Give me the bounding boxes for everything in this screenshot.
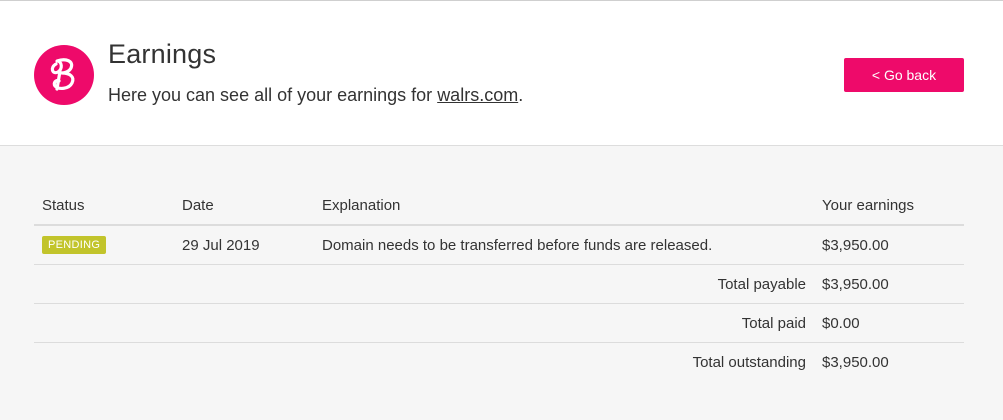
date-cell: 29 Jul 2019 [182,236,260,254]
total-outstanding-label: Total outstanding [692,354,806,371]
brand-logo-icon [34,45,94,105]
subtitle-suffix: . [518,85,524,105]
total-outstanding-row: Total outstanding $3,950.00 [34,343,964,382]
status-badge: PENDING [42,236,107,254]
subtitle-text: Here you can see all of your earnings fo… [108,85,438,105]
page-header: Earnings Here you can see all of your ea… [0,0,1003,146]
page-subtitle: Here you can see all of your earnings fo… [108,85,523,106]
total-outstanding-value: $3,950.00 [822,354,889,371]
total-payable-label: Total payable [717,275,806,293]
total-paid-row: Total paid $0.00 [34,304,964,343]
page-title: Earnings [108,39,217,69]
column-header-explanation: Explanation [322,196,401,214]
table-row: PENDING 29 Jul 2019 Domain needs to be t… [34,226,964,265]
total-payable-row: Total payable $3,950.00 [34,265,964,304]
earnings-cell: $3,950.00 [822,236,889,254]
go-back-button[interactable]: < Go back [844,58,964,92]
column-header-date: Date [182,196,214,214]
earnings-table: Status Date Explanation Your earnings PE… [34,186,964,382]
table-header-row: Status Date Explanation Your earnings [34,186,964,226]
explanation-cell: Domain needs to be transferred before fu… [322,236,713,254]
total-payable-value: $3,950.00 [822,275,889,293]
domain-link[interactable]: walrs.com [437,85,518,105]
column-header-earnings: Your earnings [822,196,915,214]
column-header-status: Status [42,196,85,214]
total-paid-value: $0.00 [822,314,860,332]
total-paid-label: Total paid [741,314,806,332]
status-cell: PENDING [42,226,107,264]
